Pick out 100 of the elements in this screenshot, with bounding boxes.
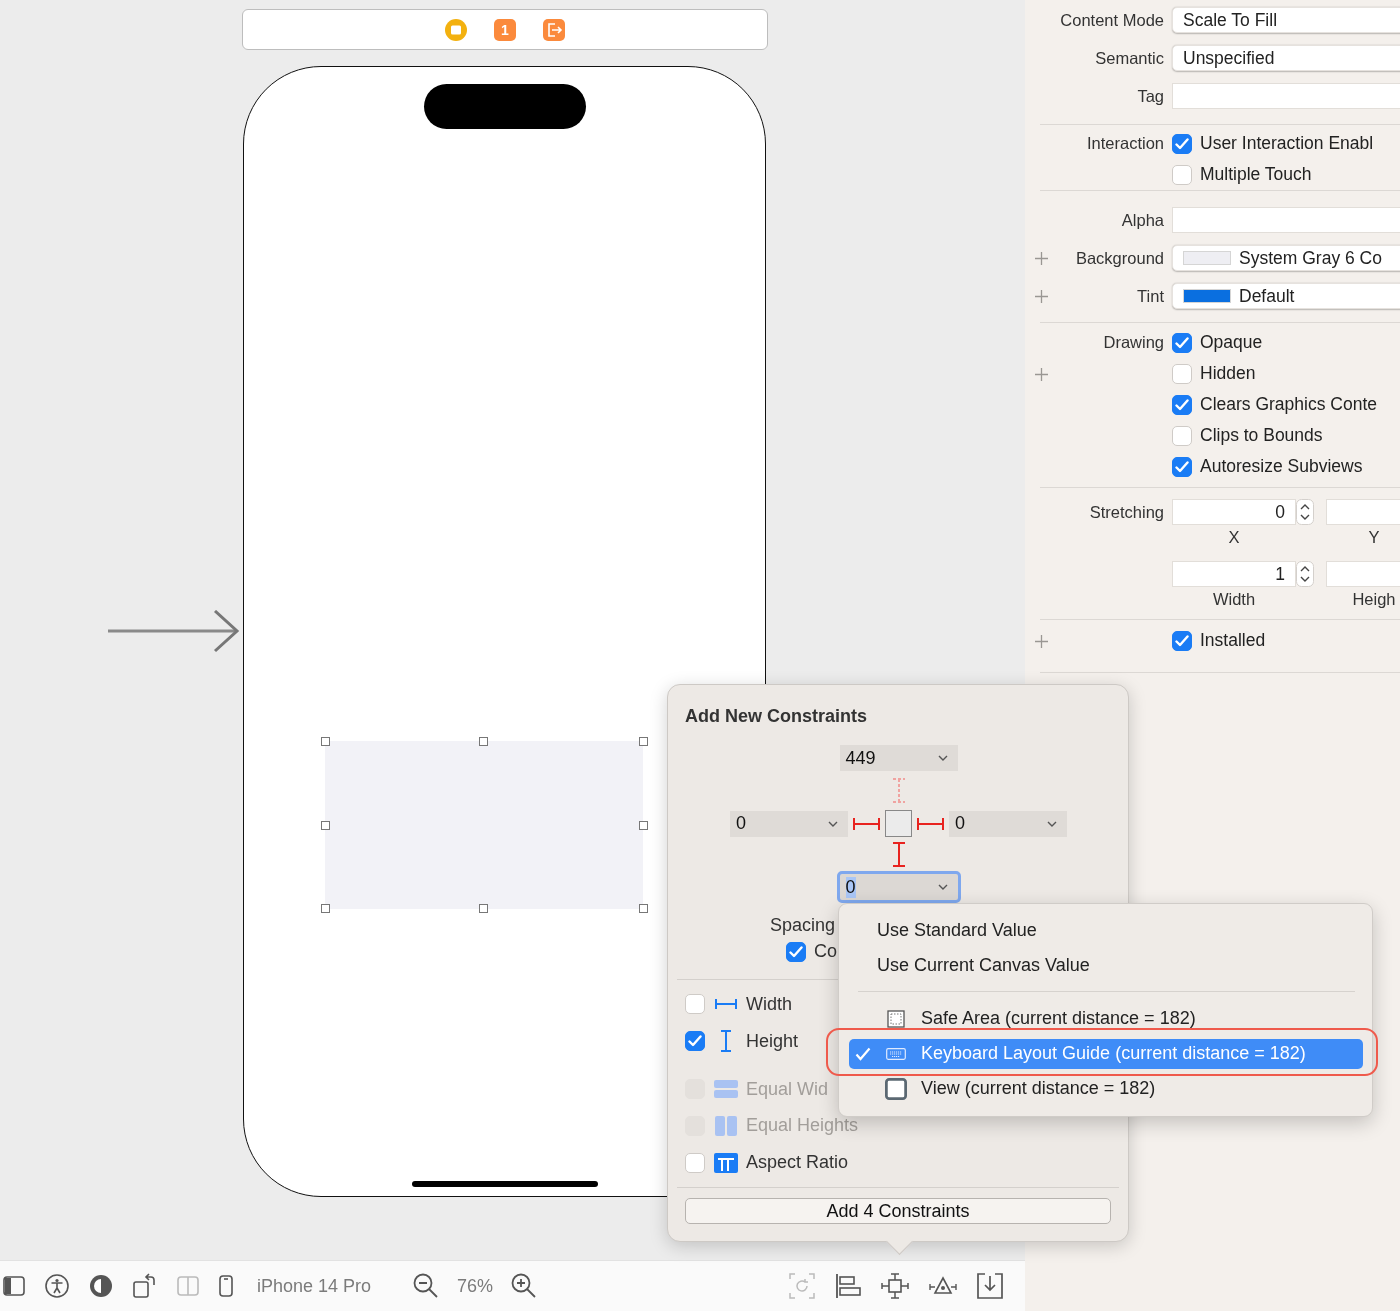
spacing-label: Spacing [770,914,836,937]
stepper-icon[interactable] [1296,499,1314,525]
field-caption: Heigh [1351,589,1397,610]
plus-icon[interactable] [1035,367,1048,381]
checkbox[interactable] [685,994,705,1015]
menu-item[interactable]: Use Current Canvas Value [849,948,1363,983]
chevron-icon [1047,820,1057,827]
resize-handle[interactable] [638,820,648,830]
aspect-ratio-icon [714,1152,738,1173]
horizontal-strut-icon[interactable] [917,816,944,831]
field-label: Drawing [1103,333,1164,352]
checkbox[interactable] [1172,363,1192,384]
menu-item[interactable]: Use Standard Value [849,913,1363,948]
checkbox-label: Multiple Touch [1200,164,1312,185]
checkbox[interactable] [685,1031,705,1052]
field-label: Alpha [1121,210,1164,230]
field-label: Background [1075,248,1164,268]
checkbox-label: Hidden [1200,363,1256,384]
resize-handle[interactable] [479,903,488,913]
field-label: Tag [1137,86,1164,106]
height-icon [721,1030,731,1053]
field-label: Semantic [1095,48,1164,68]
field-label: Interaction [1086,134,1164,153]
stepper-icon[interactable] [1296,561,1314,587]
checkbox-label: Clips to Bounds [1200,425,1323,446]
plus-icon[interactable] [1035,252,1048,265]
vertical-strut-icon[interactable] [891,841,906,867]
color-popup[interactable]: System Gray 6 Co [1172,245,1400,271]
text-field[interactable] [1172,83,1400,109]
field-caption: Y [1367,527,1381,548]
checkbox[interactable] [1172,425,1192,446]
chevron-icon [937,755,948,761]
popup-button[interactable]: Unspecified [1172,45,1400,71]
resize-handle[interactable] [638,903,648,913]
equal-widths-icon [714,1079,738,1100]
align-icon[interactable] [835,1273,861,1299]
color-popup[interactable]: Default [1172,283,1400,309]
zoom-out-icon[interactable] [413,1273,440,1299]
view-icon [885,1076,907,1101]
field-caption: Width [1211,589,1257,610]
option-label: Width [746,993,792,1015]
checkbox[interactable] [1172,630,1192,651]
resolve-issues-icon[interactable] [929,1275,957,1297]
number-field[interactable]: 0 [1172,499,1296,525]
sidebar-icon[interactable] [3,1276,25,1296]
dotted-square-icon [887,1009,905,1028]
keyboard-icon [886,1047,906,1060]
resize-handle[interactable] [320,903,330,913]
width-icon [715,999,737,1010]
value-dropdown[interactable]: 0 [949,810,1067,837]
embed-icon[interactable] [977,1273,1003,1299]
phone-icon[interactable] [219,1275,233,1297]
plus-icon[interactable] [1035,290,1048,303]
number-field[interactable]: 1 [1172,561,1296,587]
checkbox[interactable] [786,941,806,962]
resize-handle[interactable] [638,736,648,746]
appearance-icon[interactable] [89,1274,113,1298]
field-label: Tint [1137,286,1164,306]
field-caption: X [1227,527,1241,548]
option-label: Aspect Ratio [746,1152,849,1174]
checkbox-label: User Interaction Enabl [1200,133,1374,154]
checkbox-label: Autoresize Subviews [1200,456,1363,477]
checkbox-label: Co [814,941,837,962]
checkbox[interactable] [1172,456,1192,477]
option-label: Equal Heights [746,1115,859,1137]
resize-handle[interactable] [479,736,488,746]
checkbox[interactable] [685,1152,705,1173]
option-label: Equal Wid [746,1078,829,1100]
popup-button[interactable]: Scale To Fill [1172,7,1400,33]
resize-handle[interactable] [320,820,330,830]
checkbox[interactable] [1172,133,1192,154]
checkbox[interactable] [1172,394,1192,415]
value-dropdown[interactable]: 0 [730,810,848,837]
rotate-icon[interactable] [133,1273,157,1299]
plus-icon[interactable] [1035,634,1048,648]
checkbox[interactable] [1172,332,1192,353]
value-dropdown[interactable]: 449 [839,745,958,771]
resize-handle[interactable] [320,736,330,746]
field-label: Stretching [1089,502,1164,522]
chevron-icon [828,820,838,827]
exit-icon[interactable] [543,18,565,41]
horizontal-strut-icon[interactable] [853,816,880,831]
device-selector[interactable]: iPhone 14 Pro [257,1275,372,1297]
text-field[interactable] [1172,207,1400,233]
field-label: Content Mode [1060,10,1164,30]
add-constraints-icon[interactable] [881,1273,909,1299]
value-dropdown[interactable]: 0 [836,871,961,903]
checkbox[interactable] [1172,164,1192,185]
zoom-level: 76% [457,1275,494,1297]
add-constraints-button[interactable]: Add 4 Constraints [685,1198,1111,1225]
zoom-in-icon[interactable] [511,1273,538,1299]
accessibility-icon[interactable] [45,1274,69,1298]
option-label: Height [746,1030,799,1052]
number-field[interactable] [1326,561,1400,587]
menu-item[interactable]: Safe Area (current distance = 182) [849,1001,1363,1036]
checkmark-icon [855,1046,871,1061]
popover-title: Add New Constraints [685,705,868,728]
number-field[interactable] [1326,499,1400,525]
view-square-icon [885,810,912,837]
checkbox-label: Clears Graphics Conte [1200,394,1378,415]
